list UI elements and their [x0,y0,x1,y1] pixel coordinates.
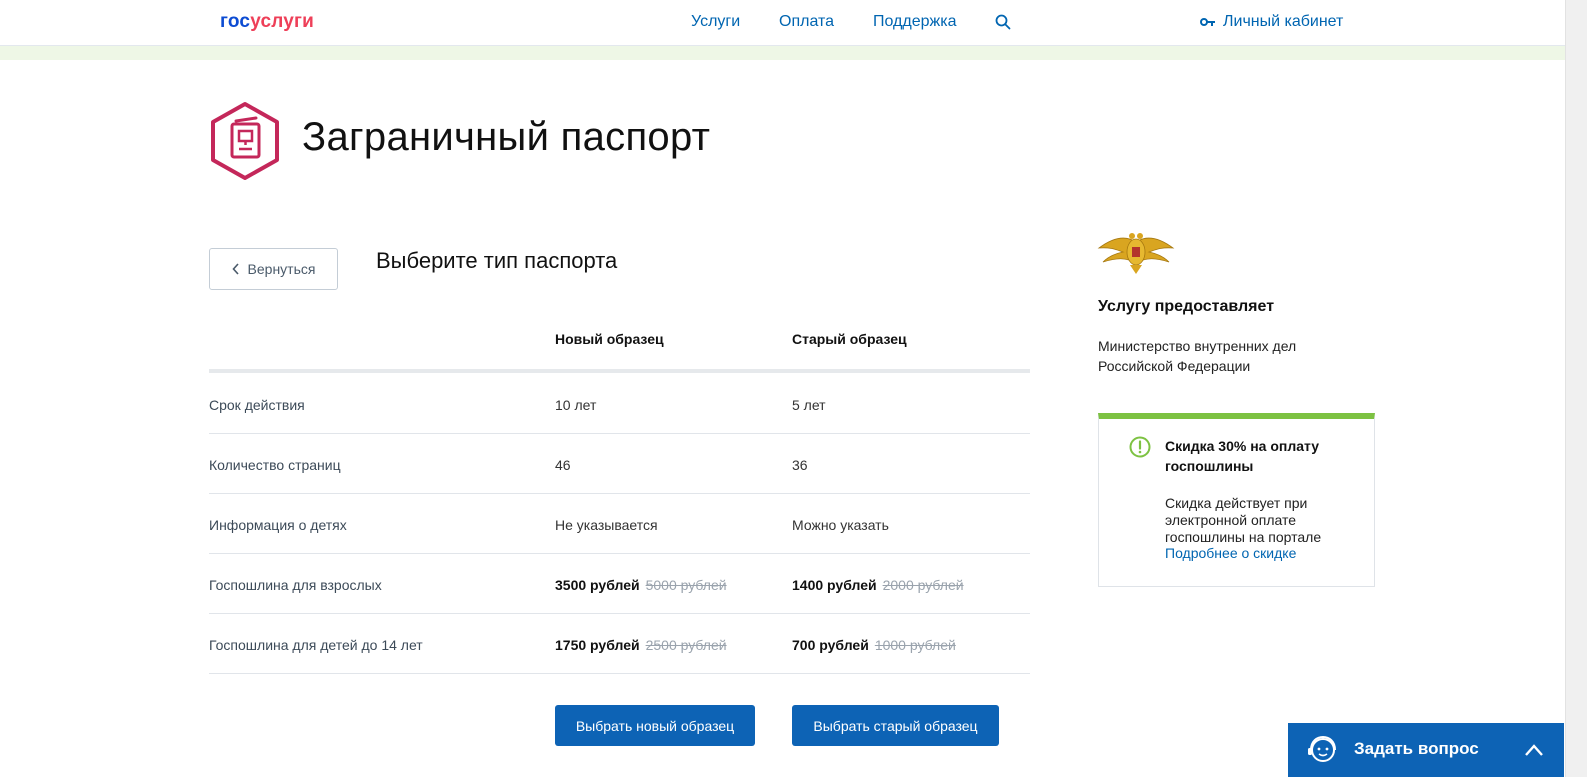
nav-payment[interactable]: Оплата [779,13,834,31]
cell-old-price: 1400 рублей 2000 рублей [792,577,964,593]
support-face-icon [1308,735,1336,762]
cell-old: Можно указать [792,517,889,533]
cell-new: 10 лет [555,397,597,413]
discount-title: Скидка 30% на оплату госпошлины [1165,438,1320,474]
cell-old: 36 [792,457,808,473]
nav-support[interactable]: Поддержка [873,13,956,31]
column-header-old: Старый образец [792,331,907,347]
personal-cabinet-link[interactable]: Личный кабинет [1200,13,1343,31]
choose-new-passport-button[interactable]: Выбрать новый образец [555,705,755,746]
passport-icon [211,102,279,180]
header-band [0,46,1565,60]
original-price: 2000 рублей [882,577,964,593]
discount-card: Скидка 30% на оплату госпошлины Скидка д… [1098,413,1375,587]
back-button[interactable]: Вернуться [209,248,338,290]
discount-details-link[interactable]: Подробнее о скидке [1165,545,1296,561]
cell-old: 5 лет [792,397,826,413]
logo-part-gos: гос [220,11,251,32]
page-scrollbar[interactable] [1565,0,1587,777]
cell-new: Не указывается [555,517,658,533]
discounted-price: 1400 рублей [792,577,877,593]
original-price: 5000 рублей [645,577,727,593]
table-row-fee-adults: Госпошлина для взрослых 3500 рублей 5000 … [209,553,1030,614]
logo-part-uslugi: услуги [250,11,315,32]
column-header-new: Новый образец [555,331,664,347]
search-icon[interactable] [995,14,1011,30]
key-icon [1200,18,1215,26]
cell-new-price: 1750 рублей 2500 рублей [555,637,727,653]
original-price: 1000 рублей [874,637,956,653]
discounted-price: 1750 рублей [555,637,640,653]
ask-question-widget[interactable]: Задать вопрос [1288,723,1564,777]
personal-cabinet-label: Личный кабинет [1223,13,1344,30]
exclamation-icon [1129,436,1151,458]
discounted-price: 3500 рублей [555,577,640,593]
cell-old-price: 700 рублей 1000 рублей [792,637,956,653]
table-row-children-info: Информация о детях Не указывается Можно … [209,493,1030,554]
table-row-fee-children: Госпошлина для детей до 14 лет 1750 рубл… [209,613,1030,674]
choose-old-passport-button[interactable]: Выбрать старый образец [792,705,999,746]
discounted-price: 700 рублей [792,637,869,653]
provider-name: Министерство внутренних дел Российской Ф… [1098,338,1297,374]
top-header: госуслуги Услуги Оплата Поддержка Личный… [0,0,1565,46]
row-label: Количество страниц [209,457,341,473]
provider-title: Услугу предоставляет [1098,298,1275,315]
table-row-pages: Количество страниц 46 36 [209,433,1030,494]
cell-new: 46 [555,457,571,473]
discount-text: Скидка действует при электронной оплате … [1165,495,1322,545]
chevron-left-icon [231,263,239,275]
page-title: Заграничный паспорт [302,115,711,159]
table-row-validity: Срок действия 10 лет 5 лет [209,373,1030,434]
cell-new-price: 3500 рублей 5000 рублей [555,577,727,593]
mvd-emblem-icon [1097,233,1175,274]
ask-question-label: Задать вопрос [1354,739,1479,758]
back-button-label: Вернуться [247,261,316,277]
chevron-up-icon[interactable] [1524,743,1544,757]
section-title: Выберите тип паспорта [376,248,618,273]
nav-services[interactable]: Услуги [691,13,740,31]
row-label: Госпошлина для детей до 14 лет [209,637,423,653]
row-label: Информация о детях [209,517,347,533]
gosuslugi-logo[interactable]: госуслуги [220,11,314,33]
row-label: Срок действия [209,397,305,413]
row-label: Госпошлина для взрослых [209,577,382,593]
original-price: 2500 рублей [645,637,727,653]
